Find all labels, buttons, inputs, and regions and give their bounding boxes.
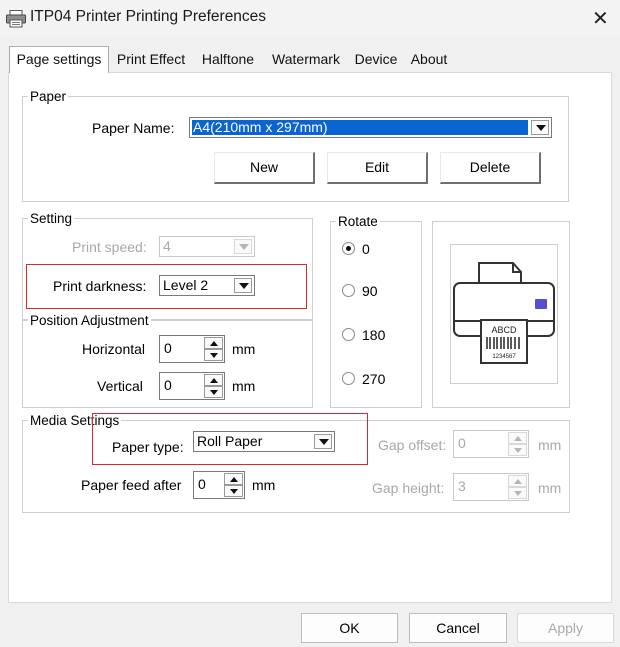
apply-button[interactable]: Apply — [517, 613, 614, 643]
close-icon[interactable]: ✕ — [592, 6, 609, 31]
tab-label: Page settings — [16, 51, 102, 67]
highlight-callout — [26, 264, 307, 309]
paper-legend: Paper — [28, 89, 69, 105]
cancel-button[interactable]: Cancel — [409, 613, 507, 643]
gap-offset-stepper[interactable]: 0 — [453, 430, 529, 458]
gap-height-unit: mm — [538, 480, 562, 496]
paper-name-select[interactable]: A4(210mm x 297mm) — [189, 117, 552, 138]
gap-offset-unit: mm — [538, 437, 562, 453]
rotate-90-label: 90 — [362, 283, 378, 299]
preview-barcode-text: 1234567 — [492, 354, 516, 360]
paper-feed-value: 0 — [198, 476, 206, 492]
gap-height-value: 3 — [458, 478, 466, 494]
tab-label: Watermark — [272, 51, 340, 67]
tab-label: Print Effect — [116, 51, 186, 67]
chevron-down-icon — [234, 239, 252, 254]
tab-label: Device — [354, 51, 398, 67]
delete-button[interactable]: Delete — [440, 152, 541, 184]
printer-preview: ABCD 1234567 — [450, 244, 558, 384]
horizontal-stepper[interactable]: 0 — [159, 335, 225, 363]
spin-up-icon[interactable] — [204, 337, 223, 349]
spin-down-icon[interactable] — [204, 386, 223, 398]
paper-name-label: Paper Name: — [92, 120, 175, 136]
print-speed-label: Print speed: — [72, 239, 147, 255]
preview-label-text: ABCD — [491, 325, 517, 335]
new-button[interactable]: New — [214, 152, 315, 184]
gap-height-label: Gap height: — [372, 480, 445, 496]
paper-feed-unit: mm — [252, 477, 276, 493]
edit-button[interactable]: Edit — [327, 152, 428, 184]
rotate-180-label: 180 — [362, 327, 386, 343]
rotate-180-radio[interactable] — [342, 328, 355, 341]
paper-feed-stepper[interactable]: 0 — [193, 471, 245, 499]
tab-print-effect[interactable]: Print Effect — [111, 47, 191, 72]
spin-up-icon[interactable] — [508, 432, 527, 444]
vertical-stepper[interactable]: 0 — [159, 372, 225, 400]
rotate-0-radio[interactable] — [342, 242, 355, 255]
rotate-90-radio[interactable] — [342, 284, 355, 297]
horizontal-value: 0 — [164, 340, 172, 356]
spin-down-icon[interactable] — [508, 487, 527, 499]
rotate-0-label: 0 — [362, 241, 370, 257]
tab-label: About — [410, 51, 448, 67]
rotate-270-label: 270 — [362, 371, 386, 387]
print-speed-value: 4 — [163, 238, 171, 254]
paper-name-value: A4(210mm x 297mm) — [192, 120, 528, 135]
printer-illustration-icon: ABCD 1234567 — [453, 262, 555, 364]
tab-halftone[interactable]: Halftone — [196, 47, 260, 72]
spin-up-icon[interactable] — [204, 374, 223, 386]
horizontal-unit: mm — [232, 341, 256, 357]
chevron-down-icon — [531, 120, 549, 135]
vertical-value: 0 — [164, 377, 172, 393]
gap-offset-label: Gap offset: — [378, 437, 447, 453]
tab-about[interactable]: About — [406, 47, 452, 72]
position-legend: Position Adjustment — [28, 313, 151, 329]
gap-offset-value: 0 — [458, 435, 466, 451]
highlight-callout — [92, 413, 368, 465]
window-title: ITP04 Printer Printing Preferences — [30, 8, 267, 25]
tab-label: Halftone — [201, 51, 255, 67]
printer-icon — [6, 10, 26, 28]
tab-watermark[interactable]: Watermark — [265, 47, 347, 72]
spin-up-icon[interactable] — [508, 475, 527, 487]
spin-down-icon[interactable] — [224, 485, 243, 497]
vertical-unit: mm — [232, 378, 256, 394]
rotate-legend: Rotate — [336, 214, 380, 230]
tab-device[interactable]: Device — [351, 47, 401, 72]
gap-height-stepper[interactable]: 3 — [453, 473, 529, 501]
vertical-label: Vertical — [97, 378, 143, 394]
horizontal-label: Horizontal — [82, 341, 146, 357]
spin-down-icon[interactable] — [508, 444, 527, 456]
setting-legend: Setting — [28, 211, 75, 227]
spin-down-icon[interactable] — [204, 349, 223, 361]
print-speed-select[interactable]: 4 — [159, 236, 255, 257]
paper-feed-label: Paper feed after — [81, 477, 182, 493]
rotate-270-radio[interactable] — [342, 372, 355, 385]
tab-page-settings[interactable]: Page settings — [9, 46, 109, 73]
paper-group — [22, 96, 569, 202]
spin-up-icon[interactable] — [224, 473, 243, 485]
ok-button[interactable]: OK — [301, 613, 398, 643]
